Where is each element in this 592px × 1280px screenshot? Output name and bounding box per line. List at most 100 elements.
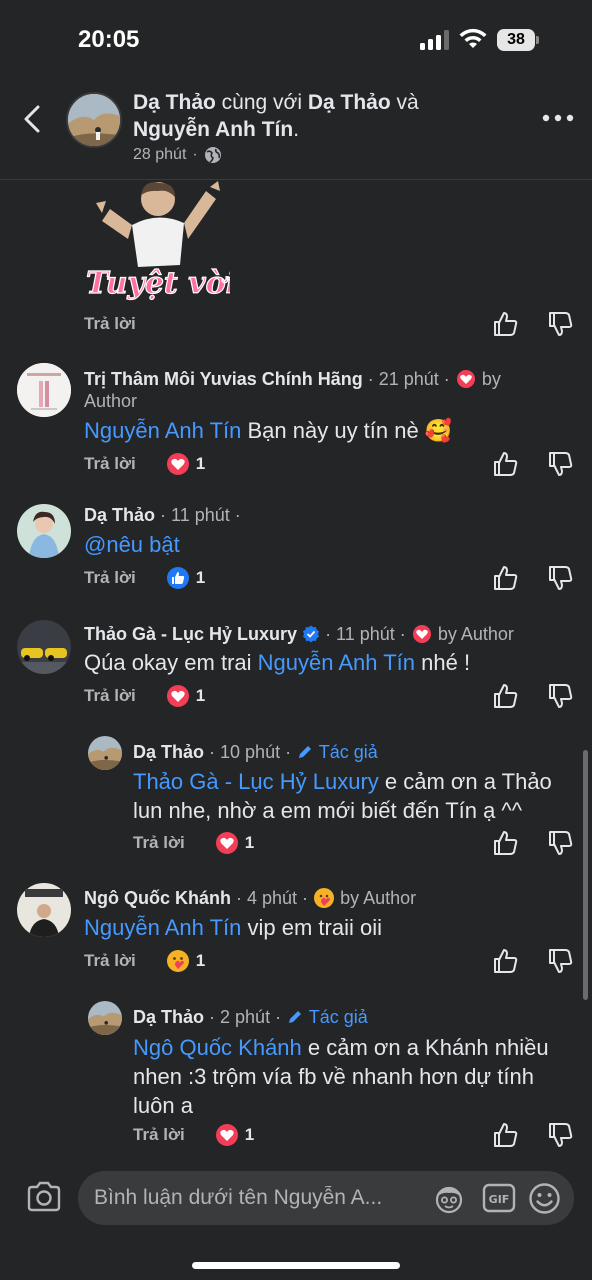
wifi-icon bbox=[459, 28, 487, 48]
gif-icon[interactable]: GIF bbox=[482, 1183, 516, 1213]
battery-icon: 38 bbox=[497, 29, 539, 51]
comment-4-header: Ngô Quốc Khánh · 4 phút · by Author bbox=[84, 888, 417, 908]
gif-label: GIF bbox=[489, 1193, 510, 1206]
reaction-summary[interactable]: 1 bbox=[215, 831, 254, 855]
reply-1-text: Thảo Gà - Lục Hỷ Luxury e cảm ơn a Thảo l… bbox=[133, 769, 552, 823]
globe-icon bbox=[204, 147, 221, 163]
avatar[interactable] bbox=[17, 363, 71, 417]
avatar-sticker-icon[interactable] bbox=[433, 1183, 465, 1215]
scrollbar[interactable] bbox=[583, 750, 588, 1000]
care-reaction-icon bbox=[166, 950, 189, 972]
reaction-summary[interactable]: 1 bbox=[166, 684, 205, 708]
dislike-icon[interactable] bbox=[546, 564, 574, 592]
dislike-icon[interactable] bbox=[546, 450, 574, 478]
commenter-name[interactable]: Dạ Thảo bbox=[133, 1007, 204, 1027]
avatar[interactable] bbox=[17, 883, 71, 937]
mention-link[interactable]: Thảo Gà - Lục Hỷ Luxury bbox=[133, 769, 379, 794]
comment-1-text: Nguyễn Anh Tín Bạn này uy tín nè 🥰 bbox=[84, 418, 453, 443]
comment-0-actions: Trả lời bbox=[84, 309, 136, 339]
reply-button[interactable]: Trả lời bbox=[84, 314, 136, 334]
comment-input[interactable]: Bình luận dưới tên Nguyễn A... GIF bbox=[78, 1171, 574, 1225]
author-avatar[interactable] bbox=[66, 92, 122, 148]
reply-button[interactable]: Trả lời bbox=[133, 833, 185, 853]
love-reaction-icon bbox=[215, 832, 238, 854]
reply-2-actions: Trả lời 1 bbox=[133, 1120, 254, 1150]
post-meta: 28 phút · bbox=[133, 146, 222, 164]
comment-1-header: Trị Thâm Môi Yuvias Chính Hãng · 21 phút… bbox=[84, 368, 501, 390]
dislike-icon[interactable] bbox=[546, 829, 574, 857]
comment-1-actions: Trả lời 1 bbox=[84, 449, 205, 479]
comment-2-text: @nêu bật bbox=[84, 532, 180, 557]
like-icon[interactable] bbox=[491, 1121, 519, 1149]
mention-link[interactable]: Nguyễn Anh Tín bbox=[258, 650, 415, 675]
like-icon[interactable] bbox=[491, 450, 519, 478]
reply-button[interactable]: Trả lời bbox=[84, 454, 136, 474]
like-icon[interactable] bbox=[491, 682, 519, 710]
post-time: 28 phút bbox=[133, 146, 187, 163]
like-icon[interactable] bbox=[491, 829, 519, 857]
status-time: 20:05 bbox=[78, 26, 140, 53]
care-reaction-icon bbox=[314, 888, 335, 908]
post-header: Dạ Thảo cùng với Dạ Thảo và Nguyễn Anh T… bbox=[0, 80, 592, 180]
avatar[interactable] bbox=[17, 504, 71, 558]
post-header-title: Dạ Thảo cùng với Dạ Thảo và Nguyễn Anh T… bbox=[133, 91, 419, 141]
emoji-icon[interactable] bbox=[528, 1182, 561, 1215]
camera-icon[interactable] bbox=[26, 1181, 62, 1213]
commenter-name[interactable]: Trị Thâm Môi Yuvias Chính Hãng bbox=[84, 369, 363, 389]
battery-level: 38 bbox=[497, 29, 535, 51]
comment-3-header: Thảo Gà - Lục Hỷ Luxury · 11 phút · by A… bbox=[84, 623, 514, 645]
avatar[interactable] bbox=[88, 1001, 122, 1035]
love-reaction-icon bbox=[215, 1124, 238, 1146]
author-tag: Author bbox=[84, 391, 138, 411]
cellular-signal-icon bbox=[420, 30, 449, 50]
more-options-icon[interactable] bbox=[540, 106, 576, 130]
commenter-name[interactable]: Ngô Quốc Khánh bbox=[84, 888, 231, 908]
comment-2-header: Dạ Thảo · 11 phút · bbox=[84, 505, 241, 525]
reply-1-header: Dạ Thảo · 10 phút · Tác giả bbox=[133, 742, 378, 762]
home-indicator[interactable] bbox=[192, 1262, 400, 1269]
reaction-summary[interactable]: 1 bbox=[166, 949, 205, 973]
dislike-icon[interactable] bbox=[546, 1121, 574, 1149]
dislike-icon[interactable] bbox=[546, 310, 574, 338]
reply-button[interactable]: Trả lời bbox=[133, 1125, 185, 1145]
avatar[interactable] bbox=[17, 620, 71, 674]
reply-button[interactable]: Trả lời bbox=[84, 951, 136, 971]
verified-badge-icon bbox=[303, 625, 320, 643]
sticker-caption: Tuyệt vời! bbox=[86, 266, 230, 301]
like-reaction-icon bbox=[166, 567, 189, 589]
reaction-summary[interactable]: 1 bbox=[166, 452, 205, 476]
status-bar: 20:05 38 bbox=[0, 0, 592, 80]
back-icon[interactable] bbox=[16, 102, 50, 136]
love-reaction-icon bbox=[166, 685, 189, 707]
reaction-summary[interactable]: 1 bbox=[215, 1123, 254, 1147]
commenter-name[interactable]: Dạ Thảo bbox=[133, 742, 204, 762]
mention-link[interactable]: Nguyễn Anh Tín bbox=[84, 915, 241, 940]
dislike-icon[interactable] bbox=[546, 947, 574, 975]
comments-list: Tuyệt vời! Trả lời Trị Thâm Môi Yuvias C… bbox=[0, 181, 592, 1155]
mention-link[interactable]: Nguyễn Anh Tín bbox=[84, 418, 241, 443]
comment-input-placeholder: Bình luận dưới tên Nguyễn A... bbox=[94, 1186, 383, 1209]
reply-button[interactable]: Trả lời bbox=[84, 686, 136, 706]
reaction-summary[interactable]: 1 bbox=[166, 566, 205, 590]
mention-link[interactable]: Ngô Quốc Khánh bbox=[133, 1035, 302, 1060]
tagged-user-2[interactable]: Nguyễn Anh Tín bbox=[133, 118, 293, 141]
pencil-icon bbox=[299, 746, 312, 758]
reply-button[interactable]: Trả lời bbox=[84, 568, 136, 588]
reply-2-header: Dạ Thảo · 2 phút · Tác giả bbox=[133, 1007, 368, 1027]
post-author-name[interactable]: Dạ Thảo bbox=[133, 91, 216, 114]
author-heart-icon bbox=[410, 623, 433, 645]
sticker-image: Tuyệt vời! bbox=[85, 181, 230, 302]
commenter-name[interactable]: Dạ Thảo bbox=[84, 505, 155, 525]
commenter-name[interactable]: Thảo Gà - Lục Hỷ Luxury bbox=[84, 624, 297, 644]
like-icon[interactable] bbox=[491, 564, 519, 592]
reply-1-actions: Trả lời 1 bbox=[133, 828, 254, 858]
like-icon[interactable] bbox=[491, 310, 519, 338]
dislike-icon[interactable] bbox=[546, 682, 574, 710]
avatar[interactable] bbox=[88, 736, 122, 770]
tagged-user-1[interactable]: Dạ Thảo bbox=[308, 91, 391, 114]
comment-3-text: Qúa okay em trai Nguyễn Anh Tín nhé ! bbox=[84, 650, 471, 675]
love-reaction-icon bbox=[166, 453, 189, 475]
like-icon[interactable] bbox=[491, 947, 519, 975]
comment-4-actions: Trả lời 1 bbox=[84, 946, 205, 976]
comment-4-text: Nguyễn Anh Tín vip em traii oii bbox=[84, 915, 382, 940]
